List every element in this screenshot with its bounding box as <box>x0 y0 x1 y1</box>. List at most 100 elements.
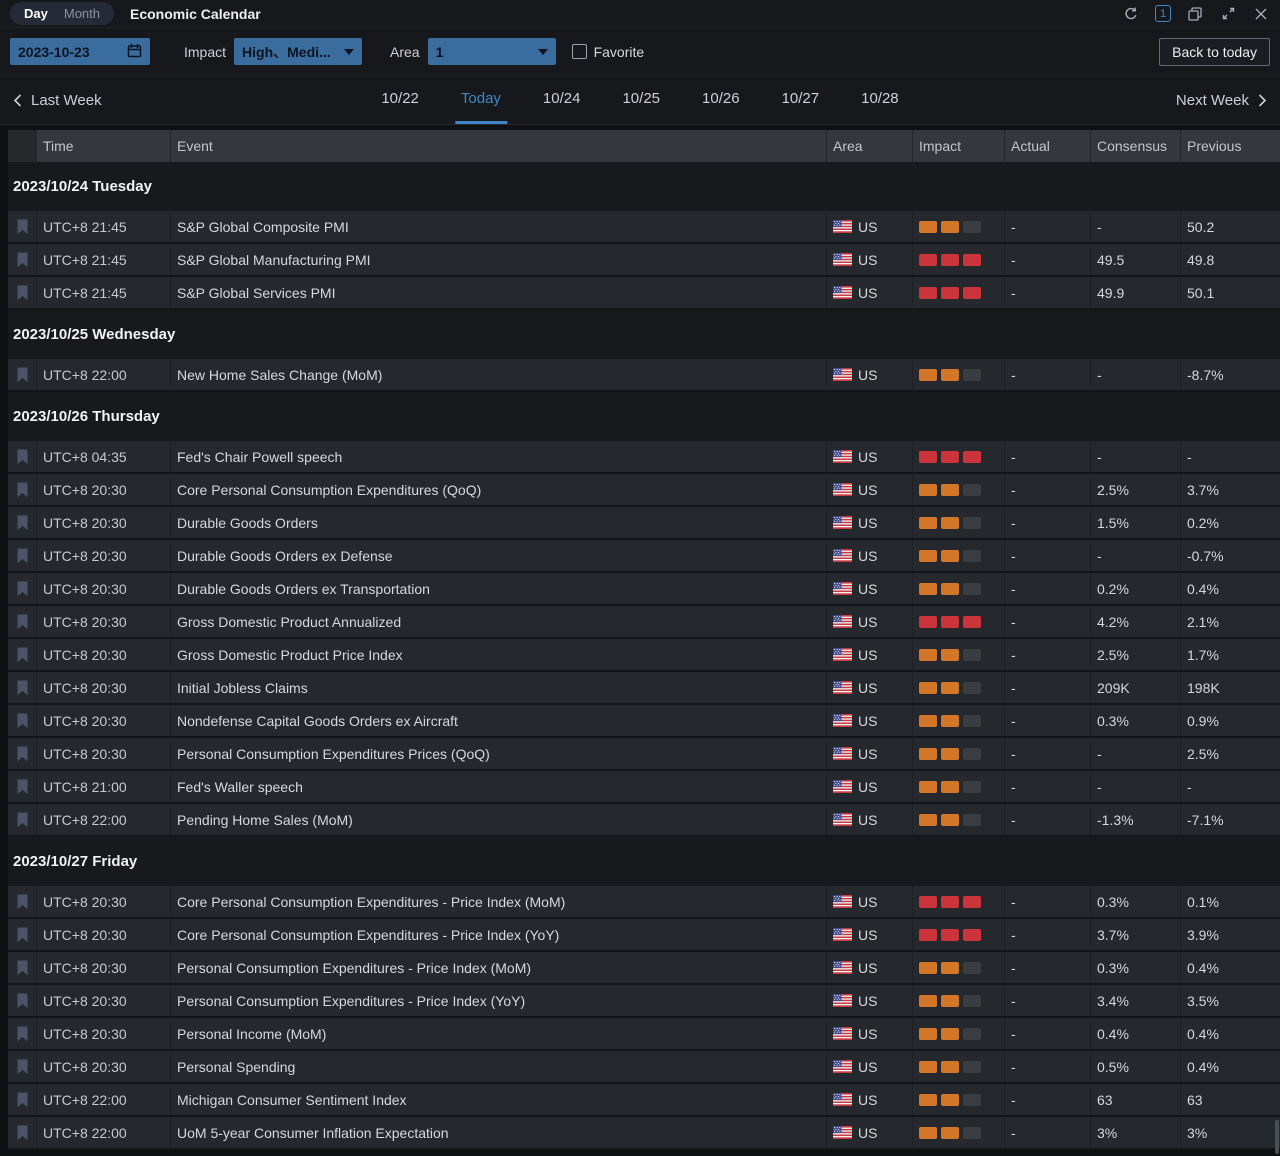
actual-value: - <box>1004 705 1090 736</box>
previous-value: -7.1% <box>1180 804 1280 835</box>
bookmark-icon[interactable] <box>16 927 29 943</box>
table-row[interactable]: UTC+8 22:00Pending Home Sales (MoM)US--1… <box>8 804 1280 837</box>
event-name: UoM 5-year Consumer Inflation Expectatio… <box>170 1117 826 1148</box>
event-time: UTC+8 22:00 <box>36 359 170 390</box>
bookmark-icon[interactable] <box>16 449 29 465</box>
bookmark-icon[interactable] <box>16 713 29 729</box>
table-row[interactable]: UTC+8 22:00UoM 5-year Consumer Inflation… <box>8 1117 1280 1150</box>
bookmark-icon[interactable] <box>16 581 29 597</box>
event-time: UTC+8 21:00 <box>36 771 170 802</box>
bookmark-icon[interactable] <box>16 746 29 762</box>
window-count-badge[interactable]: 1 <box>1155 5 1171 22</box>
bookmark-icon[interactable] <box>16 285 29 301</box>
table-row[interactable]: UTC+8 21:00Fed's Waller speechUS--- <box>8 771 1280 804</box>
bookmark-icon[interactable] <box>16 614 29 630</box>
next-week-button[interactable]: Next Week <box>1176 92 1268 109</box>
bookmark-icon[interactable] <box>16 219 29 235</box>
table-row[interactable]: UTC+8 22:00New Home Sales Change (MoM)US… <box>8 359 1280 392</box>
impact-indicator-medium <box>912 359 1004 390</box>
scrollbar-thumb[interactable] <box>1275 1120 1279 1154</box>
table-row[interactable]: UTC+8 21:45S&P Global Services PMIUS-49.… <box>8 277 1280 310</box>
consensus-value: 209K <box>1090 672 1180 703</box>
table-row[interactable]: UTC+8 21:45S&P Global Composite PMIUS--5… <box>8 211 1280 244</box>
actual-value: - <box>1004 211 1090 242</box>
expand-icon[interactable] <box>1219 5 1237 23</box>
bookmark-icon[interactable] <box>16 1026 29 1042</box>
table-row[interactable]: UTC+8 20:30Personal SpendingUS-0.5%0.4% <box>8 1051 1280 1084</box>
bookmark-icon[interactable] <box>16 367 29 383</box>
duplicate-window-icon[interactable] <box>1186 5 1204 23</box>
tab-day[interactable]: Day <box>16 6 56 21</box>
table-row[interactable]: UTC+8 20:30Personal Consumption Expendit… <box>8 985 1280 1018</box>
consensus-value: - <box>1090 771 1180 802</box>
table-row[interactable]: UTC+8 20:30Personal Income (MoM)US-0.4%0… <box>8 1018 1280 1051</box>
consensus-value: - <box>1090 738 1180 769</box>
bookmark-icon[interactable] <box>16 482 29 498</box>
table-row[interactable]: UTC+8 20:30Initial Jobless ClaimsUS-209K… <box>8 672 1280 705</box>
last-week-button[interactable]: Last Week <box>12 92 102 109</box>
week-day-tab-10-24[interactable]: 10/24 <box>537 76 587 124</box>
table-row[interactable]: UTC+8 20:30Core Personal Consumption Exp… <box>8 474 1280 507</box>
last-week-label: Last Week <box>31 92 102 109</box>
favorite-checkbox[interactable] <box>572 44 587 59</box>
week-day-tab-10-25[interactable]: 10/25 <box>616 76 666 124</box>
bookmark-icon[interactable] <box>16 548 29 564</box>
table-row[interactable]: UTC+8 20:30Gross Domestic Product Price … <box>8 639 1280 672</box>
table-row[interactable]: UTC+8 21:45S&P Global Manufacturing PMIU… <box>8 244 1280 277</box>
favorite-label: Favorite <box>594 44 645 60</box>
area-select[interactable]: 1 <box>428 38 556 65</box>
bookmark-icon[interactable] <box>16 960 29 976</box>
bookmark-cell <box>8 277 36 308</box>
refresh-icon[interactable] <box>1122 5 1140 23</box>
bookmark-icon[interactable] <box>16 1059 29 1075</box>
table-row[interactable]: UTC+8 20:30Core Personal Consumption Exp… <box>8 886 1280 919</box>
bookmark-icon[interactable] <box>16 515 29 531</box>
week-day-tab-10-28[interactable]: 10/28 <box>855 76 905 124</box>
week-day-tab-10-22[interactable]: 10/22 <box>375 76 425 124</box>
impact-select[interactable]: High、Medi... <box>234 38 362 65</box>
bookmark-icon[interactable] <box>16 680 29 696</box>
impact-select-value: High、Medi... <box>242 42 331 62</box>
bookmark-icon[interactable] <box>16 812 29 828</box>
impact-segment <box>919 962 937 974</box>
bookmark-icon[interactable] <box>16 1092 29 1108</box>
bookmark-icon[interactable] <box>16 1125 29 1141</box>
bookmark-icon[interactable] <box>16 252 29 268</box>
week-day-tab-10-26[interactable]: 10/26 <box>696 76 746 124</box>
table-row[interactable]: UTC+8 20:30Personal Consumption Expendit… <box>8 738 1280 771</box>
table-row[interactable]: UTC+8 22:00Michigan Consumer Sentiment I… <box>8 1084 1280 1117</box>
area-cell: US <box>826 474 912 505</box>
table-row[interactable]: UTC+8 20:30Gross Domestic Product Annual… <box>8 606 1280 639</box>
table-row[interactable]: UTC+8 20:30Personal Consumption Expendit… <box>8 952 1280 985</box>
calendar-icon <box>127 43 142 61</box>
area-filter-label: Area <box>390 44 420 60</box>
table-row[interactable]: UTC+8 20:30Durable Goods Orders ex Defen… <box>8 540 1280 573</box>
previous-value: 3.9% <box>1180 919 1280 950</box>
us-flag-icon <box>833 813 852 826</box>
week-day-tab-today[interactable]: Today <box>455 76 507 124</box>
us-flag-icon <box>833 1093 852 1106</box>
table-row[interactable]: UTC+8 20:30Nondefense Capital Goods Orde… <box>8 705 1280 738</box>
table-row[interactable]: UTC+8 20:30Core Personal Consumption Exp… <box>8 919 1280 952</box>
close-icon[interactable] <box>1252 5 1270 23</box>
tab-month[interactable]: Month <box>56 6 108 21</box>
impact-indicator-medium <box>912 771 1004 802</box>
back-to-today-button[interactable]: Back to today <box>1159 38 1270 66</box>
bookmark-icon[interactable] <box>16 894 29 910</box>
area-label: US <box>858 960 877 976</box>
bookmark-icon[interactable] <box>16 647 29 663</box>
table-row[interactable]: UTC+8 20:30Durable Goods Orders ex Trans… <box>8 573 1280 606</box>
actual-value: - <box>1004 1084 1090 1115</box>
consensus-value: 3.4% <box>1090 985 1180 1016</box>
area-cell: US <box>826 639 912 670</box>
impact-segment <box>941 649 959 661</box>
event-name: S&P Global Composite PMI <box>170 211 826 242</box>
table-row[interactable]: UTC+8 20:30Durable Goods OrdersUS-1.5%0.… <box>8 507 1280 540</box>
column-header-time: Time <box>36 130 170 162</box>
bookmark-icon[interactable] <box>16 993 29 1009</box>
bookmark-icon[interactable] <box>16 779 29 795</box>
week-day-tab-10-27[interactable]: 10/27 <box>776 76 826 124</box>
impact-segment <box>919 649 937 661</box>
date-picker[interactable]: 2023-10-23 <box>10 38 150 65</box>
table-row[interactable]: UTC+8 04:35Fed's Chair Powell speechUS--… <box>8 441 1280 474</box>
